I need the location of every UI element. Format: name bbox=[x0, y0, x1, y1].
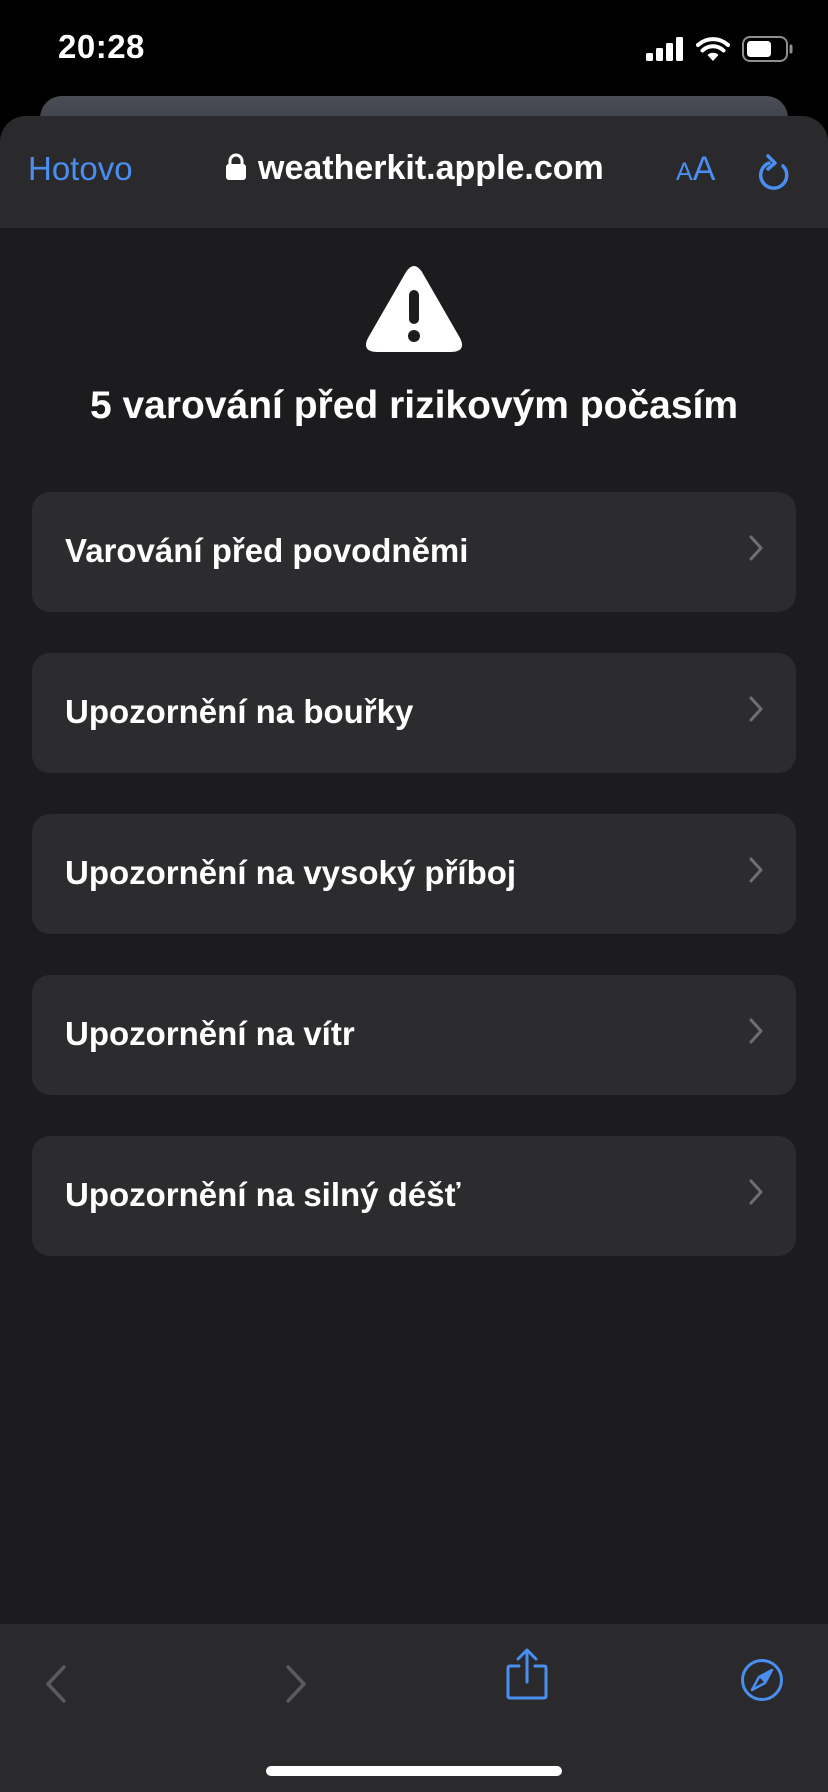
alert-item-label: Upozornění na vysoký příboj bbox=[65, 854, 517, 891]
alert-item-thunderstorm[interactable]: Upozornění na bouřky bbox=[32, 653, 796, 773]
back-icon bbox=[44, 1665, 68, 1708]
status-time: 20:28 bbox=[58, 28, 145, 65]
reload-button[interactable] bbox=[756, 154, 792, 199]
reload-icon bbox=[756, 154, 792, 198]
url-text: weatherkit.apple.com bbox=[258, 149, 604, 187]
done-button[interactable]: Hotovo bbox=[28, 150, 133, 188]
open-in-safari-button[interactable] bbox=[740, 1658, 784, 1707]
alert-item-label: Upozornění na bouřky bbox=[65, 693, 414, 730]
wifi-icon bbox=[696, 36, 730, 62]
alert-item-label: Upozornění na silný déšť bbox=[65, 1176, 461, 1213]
chevron-right-icon bbox=[748, 856, 764, 889]
alert-item-high-surf[interactable]: Upozornění na vysoký příboj bbox=[32, 814, 796, 934]
warning-triangle-icon bbox=[364, 264, 464, 361]
address-bar[interactable]: weatherkit.apple.com bbox=[226, 149, 604, 188]
navigation-bar: Hotovo weatherkit.apple.com A A bbox=[0, 116, 828, 228]
chevron-right-icon bbox=[748, 695, 764, 728]
status-bar: 20:28 bbox=[0, 0, 828, 100]
alert-list: Varování před povodněmi Upozornění na bo… bbox=[32, 492, 796, 1297]
alert-item-label: Varování před povodněmi bbox=[65, 532, 469, 569]
status-icons bbox=[646, 36, 794, 62]
compass-icon bbox=[740, 1659, 784, 1706]
text-size-small-letter: A bbox=[676, 158, 693, 186]
signal-icon bbox=[646, 37, 684, 61]
lock-icon bbox=[226, 153, 246, 185]
page-title: 5 varování před rizikovým počasím bbox=[89, 384, 739, 427]
safari-view-sheet: Hotovo weatherkit.apple.com A A 5 varová… bbox=[0, 116, 828, 1792]
alert-item-label: Upozornění na vítr bbox=[65, 1015, 355, 1052]
text-size-large-letter: A bbox=[692, 150, 716, 188]
alert-item-wind[interactable]: Upozornění na vítr bbox=[32, 975, 796, 1095]
forward-button[interactable] bbox=[284, 1664, 308, 1709]
back-button[interactable] bbox=[44, 1664, 68, 1709]
alert-item-flood[interactable]: Varování před povodněmi bbox=[32, 492, 796, 612]
battery-icon bbox=[742, 36, 794, 62]
alert-item-heavy-rain[interactable]: Upozornění na silný déšť bbox=[32, 1136, 796, 1256]
share-button[interactable] bbox=[506, 1648, 548, 1705]
chevron-right-icon bbox=[748, 534, 764, 567]
chevron-right-icon bbox=[748, 1178, 764, 1211]
forward-icon bbox=[284, 1665, 308, 1708]
share-icon bbox=[506, 1648, 548, 1704]
text-size-button[interactable]: A A bbox=[676, 150, 715, 189]
home-indicator[interactable] bbox=[266, 1766, 562, 1776]
chevron-right-icon bbox=[748, 1017, 764, 1050]
